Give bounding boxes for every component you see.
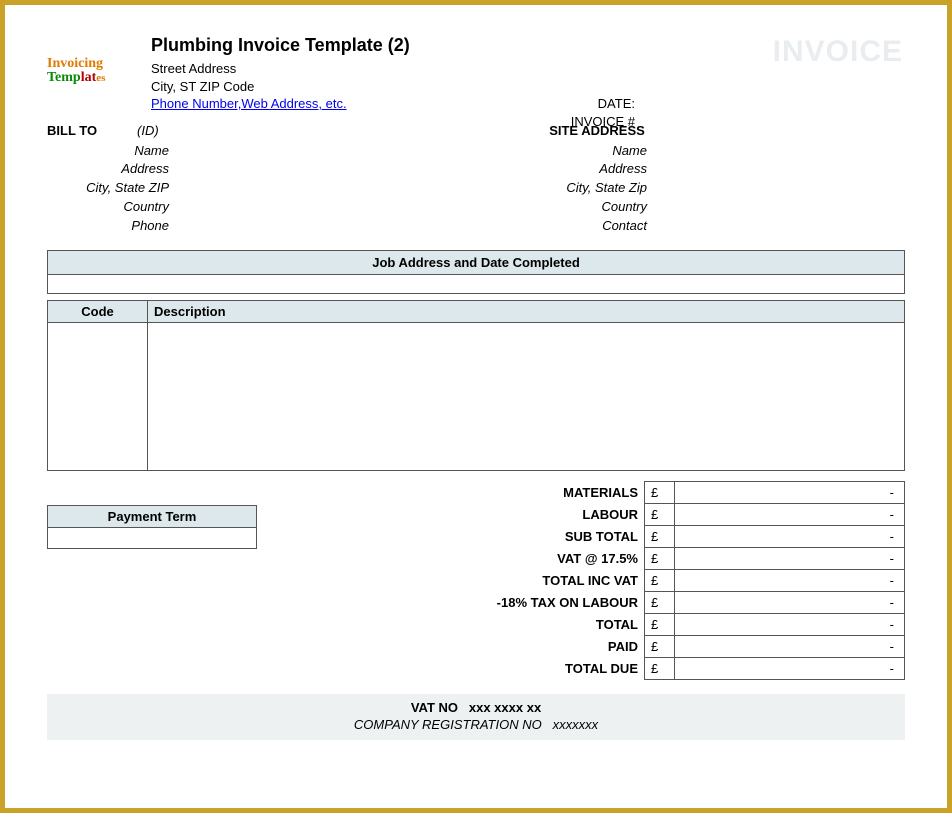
row-total-inc-vat: TOTAL INC VAT £ - (425, 569, 905, 591)
reg-value: xxxxxxx (553, 717, 599, 732)
bill-to-heading: BILL TO (47, 123, 119, 138)
job-band: Job Address and Date Completed (47, 250, 905, 294)
items-body-row (48, 322, 905, 470)
bill-to-name: Name (47, 142, 169, 161)
bill-to-address: Address (47, 160, 169, 179)
row-labour: LABOUR £ - (425, 503, 905, 525)
payment-term-header: Payment Term (48, 506, 256, 528)
invoice-meta: DATE: INVOICE # (425, 95, 635, 131)
reg-label: COMPANY REGISTRATION NO (354, 717, 542, 732)
invoice-page: INVOICE Invoicing Templates Plumbing Inv… (0, 0, 952, 813)
footer: VAT NO xxx xxxx xx COMPANY REGISTRATION … (47, 694, 905, 740)
bill-to-phone: Phone (47, 217, 169, 236)
bill-to-fields: Name Address City, State ZIP Country Pho… (47, 142, 347, 236)
totals-table: MATERIALS £ - LABOUR £ - SUB TOTAL £ - V… (425, 481, 906, 680)
row-paid: PAID £ - (425, 635, 905, 657)
site-fields: Name Address City, State Zip Country Con… (447, 142, 747, 236)
job-band-header: Job Address and Date Completed (48, 251, 904, 275)
invoice-number-label: INVOICE # (425, 113, 635, 131)
items-code-cell (48, 322, 148, 470)
payment-term-box: Payment Term (47, 505, 257, 549)
row-materials: MATERIALS £ - (425, 481, 905, 503)
row-total-due: TOTAL DUE £ - (425, 657, 905, 679)
site-address: Address (447, 160, 647, 179)
site-address-block: SITE ADDRESS Name Address City, State Zi… (447, 123, 747, 236)
payment-term-body (48, 528, 256, 548)
invoice-watermark: INVOICE (773, 35, 903, 69)
row-total: TOTAL £ - (425, 613, 905, 635)
company-contact-link[interactable]: Phone Number,Web Address, etc. (151, 96, 347, 111)
logo: Invoicing Templates (47, 57, 143, 109)
bill-to-id: (ID) (137, 123, 159, 138)
row-tax-on-labour: -18% TAX ON LABOUR £ - (425, 591, 905, 613)
parties: BILL TO (ID) Name Address City, State ZI… (47, 123, 905, 236)
col-code: Code (48, 300, 148, 322)
site-name: Name (447, 142, 647, 161)
bill-to-country: Country (47, 198, 169, 217)
items-desc-cell (148, 322, 905, 470)
date-label: DATE: (425, 95, 635, 113)
row-vat: VAT @ 17.5% £ - (425, 547, 905, 569)
site-csz: City, State Zip (447, 179, 647, 198)
site-contact: Contact (447, 217, 647, 236)
items-table: Code Description (47, 300, 905, 471)
site-country: Country (447, 198, 647, 217)
job-band-body (48, 275, 904, 293)
company-city: City, ST ZIP Code (151, 78, 905, 96)
col-description: Description (148, 300, 905, 322)
vat-no-label: VAT NO (411, 700, 458, 715)
bill-to-csz: City, State ZIP (47, 179, 169, 198)
bill-to-block: BILL TO (ID) Name Address City, State ZI… (47, 123, 347, 236)
row-subtotal: SUB TOTAL £ - (425, 525, 905, 547)
vat-no-value: xxx xxxx xx (469, 700, 541, 715)
lower-section: Payment Term MATERIALS £ - LABOUR £ - SU… (47, 481, 905, 680)
